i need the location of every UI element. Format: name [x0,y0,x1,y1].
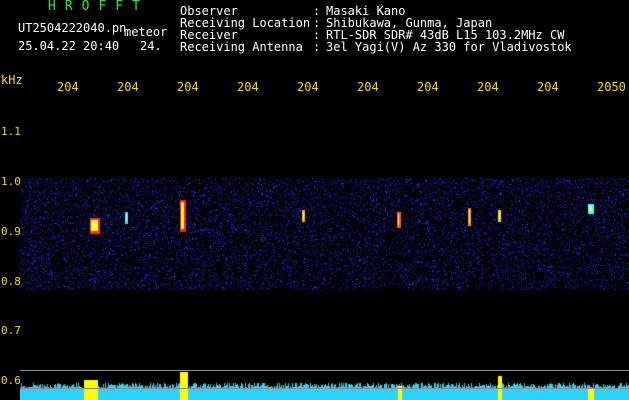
level-reference-line [20,370,629,371]
app-title: HROFFT [48,0,149,14]
time-tick-label: 204 [117,80,139,94]
info-colon: : [313,40,321,54]
meteor-count: 24. [140,39,162,53]
time-tick-label: 204 [357,80,379,94]
image-filename: UT2504222040.pn [18,21,127,35]
meteor-label: meteor [124,25,168,39]
level-reference-line [20,388,629,389]
time-tick-label: 204 [57,80,79,94]
info-key-antenna: Receiving Antenna [180,40,303,54]
time-tick-label: 204 [477,80,499,94]
y-tick-label: 0.8 [1,275,21,288]
y-tick-label: 0.6 [1,374,21,387]
time-tick-label: 204 [177,80,199,94]
y-tick-label: 0.7 [1,324,21,337]
time-tick-label: 2050 [597,80,626,94]
time-tick-label: 204 [537,80,559,94]
date-time: 25.04.22 20:40 [18,39,120,53]
y-tick-label: 1.0 [1,175,21,188]
info-value-antenna: 3el Yagi(V) Az 330 for Vladivostok [326,40,572,54]
y-tick-label: 1.1 [1,125,21,138]
time-tick-label: 204 [237,80,259,94]
spectrogram [20,100,629,400]
y-tick-label: 0.9 [1,225,21,238]
time-tick-label: 204 [297,80,319,94]
time-tick-label: 204 [417,80,439,94]
frequency-unit-label: kHz [1,73,23,87]
